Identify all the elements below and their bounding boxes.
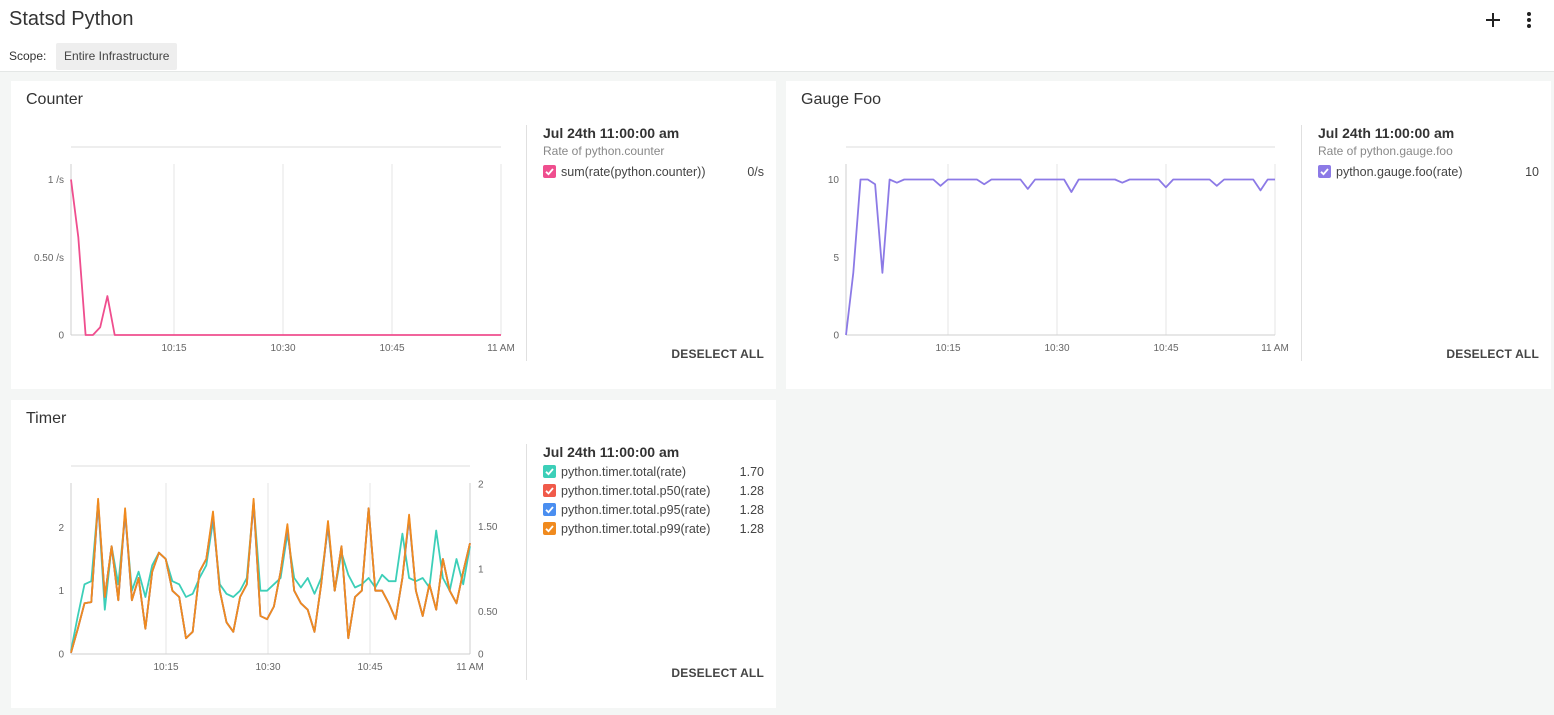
gauge-foo-legend: Jul 24th 11:00:00 am Rate of python.gaug… xyxy=(1301,125,1551,361)
x-tick-label: 10:45 xyxy=(357,662,382,673)
x-tick-label: 10:30 xyxy=(255,662,280,673)
checkbox-checked-icon[interactable] xyxy=(1318,165,1331,178)
legend-item-value: 0/s xyxy=(747,164,764,179)
page-title: Statsd Python xyxy=(9,8,134,30)
legend-date: Jul 24th 11:00:00 am xyxy=(543,125,680,141)
legend-item-value: 1.70 xyxy=(739,464,764,479)
y-tick-label: 5 xyxy=(833,253,839,264)
y2-tick-label: 2 xyxy=(478,480,484,491)
legend-item-name: python.gauge.foo(rate) xyxy=(1336,164,1463,179)
counter-panel: Counter 0 0.50 /s 1 /s 10:15 10:30 10:45 11 AM… xyxy=(11,81,776,389)
dashboard-header: Statsd Python Scope: Entire Infrastructu… xyxy=(0,0,1554,72)
legend-rows: sum(rate(python.counter)) 0/s xyxy=(543,162,764,181)
y-tick-label: 0 xyxy=(58,650,64,661)
legend-item-name: sum(rate(python.counter)) xyxy=(561,164,706,179)
series-line-1[interactable] xyxy=(70,179,501,336)
y2-tick-label: 0 xyxy=(478,650,484,661)
x-tick-label: 10:45 xyxy=(1153,343,1178,354)
x-tick-label: 11 AM xyxy=(487,343,515,354)
checkbox-checked-icon[interactable] xyxy=(543,484,556,497)
gauge-foo-chart[interactable]: 0 5 10 10:15 10:30 10:45 11 AM xyxy=(786,81,1301,389)
add-panel-button[interactable] xyxy=(1481,8,1505,32)
y-tick-label: 10 xyxy=(828,175,840,186)
x-tick-label: 10:30 xyxy=(270,343,295,354)
legend-subtitle: Rate of python.gauge.foo xyxy=(1318,144,1453,158)
legend-item-name: python.timer.total.p99(rate) xyxy=(561,521,711,536)
legend-item-value: 10 xyxy=(1525,164,1539,179)
deselect-all-button[interactable]: DESELECT ALL xyxy=(671,347,764,361)
x-tick-label: 10:45 xyxy=(379,343,404,354)
x-tick-label: 11 AM xyxy=(456,662,484,673)
more-options-button[interactable] xyxy=(1519,8,1539,32)
x-tick-label: 10:15 xyxy=(935,343,960,354)
y2-tick-label: 0.50 xyxy=(478,607,498,618)
legend-item-value: 1.28 xyxy=(739,521,764,536)
legend-item[interactable]: python.timer.total.p50(rate) 1.28 xyxy=(543,481,764,500)
checkbox-checked-icon[interactable] xyxy=(543,503,556,516)
legend-rows: python.timer.total(rate) 1.70 python.timer… xyxy=(543,462,764,538)
scope-label: Scope: xyxy=(9,49,47,63)
legend-date: Jul 24th 11:00:00 am xyxy=(1318,125,1455,141)
deselect-all-button[interactable]: DESELECT ALL xyxy=(671,666,764,680)
checkbox-checked-icon[interactable] xyxy=(543,165,556,178)
x-tick-label: 11 AM xyxy=(1261,343,1289,354)
legend-item[interactable]: python.timer.total.p99(rate) 1.28 xyxy=(543,519,764,538)
checkbox-checked-icon[interactable] xyxy=(543,465,556,478)
y-tick-label: 0 xyxy=(58,331,64,342)
timer-chart[interactable]: 0 1 2 0 0.50 1 1.50 2 10:15 10:30 10:45 11 AM xyxy=(11,400,526,708)
gauge-foo-panel: Gauge Foo 0 5 10 10:15 10:30 10:45 11 AM Jul 2… xyxy=(786,81,1551,389)
series-line-1[interactable] xyxy=(845,178,1275,336)
checkbox-checked-icon[interactable] xyxy=(543,522,556,535)
legend-item[interactable]: sum(rate(python.counter)) 0/s xyxy=(543,162,764,181)
y-tick-label: 0.50 /s xyxy=(34,253,64,264)
deselect-all-button[interactable]: DESELECT ALL xyxy=(1446,347,1539,361)
legend-item-name: python.timer.total.p95(rate) xyxy=(561,502,711,517)
y-tick-label: 2 xyxy=(58,523,64,534)
x-tick-label: 10:15 xyxy=(153,662,178,673)
y-tick-label: 1 /s xyxy=(48,175,64,186)
timer-panel: Timer 0 1 2 0 0.50 1 1.50 2 10:15 10:30 10:45 11 AM… xyxy=(11,400,776,708)
plus-icon xyxy=(1486,13,1500,27)
legend-item-value: 1.28 xyxy=(739,502,764,517)
x-tick-label: 10:15 xyxy=(161,343,186,354)
scope-selector[interactable]: Entire Infrastructure xyxy=(56,43,178,70)
x-tick-label: 10:30 xyxy=(1044,343,1069,354)
more-vert-icon xyxy=(1527,12,1531,28)
legend-item-name: python.timer.total(rate) xyxy=(561,464,687,479)
counter-legend: Jul 24th 11:00:00 am Rate of python.coun… xyxy=(526,125,776,361)
legend-subtitle: Rate of python.counter xyxy=(543,144,665,158)
y2-tick-label: 1 xyxy=(478,565,484,576)
timer-legend: Jul 24th 11:00:00 am python.timer.total(… xyxy=(526,444,776,680)
legend-item[interactable]: python.gauge.foo(rate) 10 xyxy=(1318,162,1539,181)
legend-item-value: 1.28 xyxy=(739,483,764,498)
counter-chart[interactable]: 0 0.50 /s 1 /s 10:15 10:30 10:45 11 AM xyxy=(11,81,526,389)
legend-item-name: python.timer.total.p50(rate) xyxy=(561,483,711,498)
y-tick-label: 1 xyxy=(58,586,64,597)
y2-tick-label: 1.50 xyxy=(478,522,498,533)
y-tick-label: 0 xyxy=(833,331,839,342)
legend-rows: python.gauge.foo(rate) 10 xyxy=(1318,162,1539,181)
legend-item[interactable]: python.timer.total(rate) 1.70 xyxy=(543,462,764,481)
legend-date: Jul 24th 11:00:00 am xyxy=(543,444,680,460)
series-line-4[interactable] xyxy=(70,497,471,653)
legend-item[interactable]: python.timer.total.p95(rate) 1.28 xyxy=(543,500,764,519)
